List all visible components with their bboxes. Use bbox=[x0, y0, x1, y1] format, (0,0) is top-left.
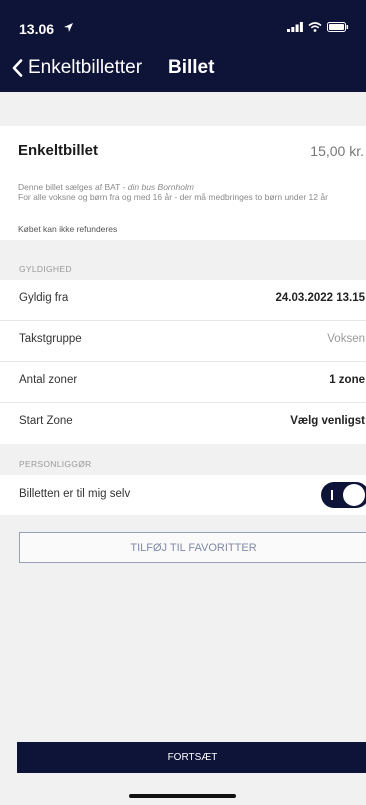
ticket-price: 15,00 kr. bbox=[310, 143, 364, 159]
personalize-section-header: PERSONLIGGØR bbox=[19, 459, 92, 469]
toggle-on-mark-icon bbox=[331, 490, 333, 500]
self-ticket-toggle[interactable] bbox=[321, 482, 366, 508]
ticket-description: Denne billet sælges af BAT - din bus Bor… bbox=[18, 182, 358, 202]
battery-icon bbox=[327, 22, 349, 32]
self-ticket-row: Billetten er til mig selv bbox=[0, 475, 366, 515]
ticket-description-prefix: Denne billet sælges af BAT - bbox=[18, 182, 128, 192]
ticket-description-operator: din bus Bornholm bbox=[127, 182, 194, 192]
chevron-left-icon bbox=[12, 59, 23, 77]
status-time: 13.06 bbox=[19, 21, 55, 37]
back-button-label: Enkeltbilletter bbox=[28, 57, 143, 78]
signal-bars-icon bbox=[287, 22, 303, 32]
start-zone-value: Vælg venligst bbox=[290, 415, 365, 427]
ticket-name: Enkeltbillet bbox=[18, 142, 99, 159]
zone-count-value: 1 zone bbox=[329, 374, 365, 386]
status-icons bbox=[287, 22, 349, 32]
continue-button[interactable]: FORTSÆT bbox=[17, 742, 366, 773]
fare-group-row[interactable]: Takstgruppe Voksen bbox=[0, 321, 366, 362]
wifi-icon bbox=[308, 22, 322, 32]
home-indicator bbox=[129, 794, 236, 798]
app-header: 13.06 Enkeltbilletter Billet bbox=[0, 0, 366, 92]
add-to-favorites-button[interactable]: TILFØJ TIL FAVORITTER bbox=[19, 532, 366, 563]
validity-list: Gyldig fra 24.03.2022 13.15 Takstgruppe … bbox=[0, 280, 366, 444]
ticket-description-rest: For alle voksne og børn fra og med 16 år… bbox=[18, 192, 328, 202]
validity-section-header: GYLDIGHED bbox=[19, 264, 72, 274]
back-button[interactable]: Enkeltbilletter bbox=[12, 57, 142, 79]
zone-count-row[interactable]: Antal zoner 1 zone bbox=[0, 362, 366, 403]
toggle-knob bbox=[343, 484, 365, 506]
valid-from-label: Gyldig fra bbox=[19, 292, 69, 304]
fare-group-value: Voksen bbox=[327, 333, 365, 345]
self-ticket-label: Billetten er til mig selv bbox=[19, 488, 131, 500]
ticket-refund-note: Købet kan ikke refunderes bbox=[18, 224, 118, 234]
valid-from-value: 24.03.2022 13.15 bbox=[275, 292, 365, 304]
ticket-card: Enkeltbillet 15,00 kr. Denne billet sælg… bbox=[0, 126, 366, 240]
start-zone-label: Start Zone bbox=[19, 415, 73, 427]
valid-from-row: Gyldig fra 24.03.2022 13.15 bbox=[0, 280, 366, 321]
fare-group-label: Takstgruppe bbox=[19, 333, 82, 345]
location-arrow-icon bbox=[64, 23, 73, 32]
zone-count-label: Antal zoner bbox=[19, 374, 78, 386]
start-zone-row[interactable]: Start Zone Vælg venligst bbox=[0, 403, 366, 444]
page-title: Billet bbox=[168, 57, 215, 78]
